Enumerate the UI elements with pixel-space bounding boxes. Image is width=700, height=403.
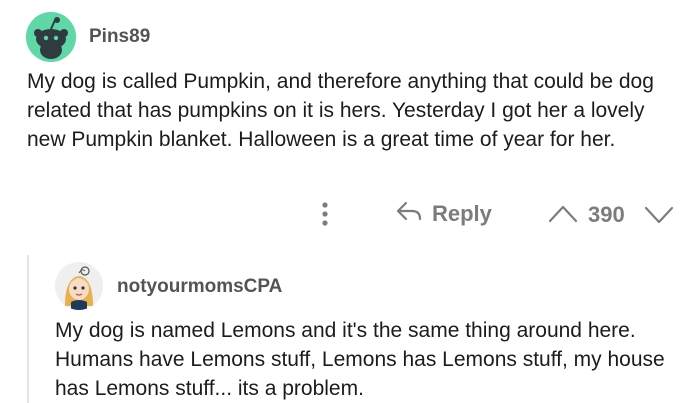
comment: Pins89 My dog is called Pumpkin, and the… bbox=[0, 0, 700, 403]
reply-username[interactable]: notyourmomsCPA bbox=[117, 276, 282, 298]
reply-button[interactable]: Reply bbox=[396, 199, 492, 229]
cartoon-person-avatar-icon[interactable] bbox=[55, 262, 103, 310]
comment-username[interactable]: Pins89 bbox=[89, 26, 150, 48]
vertical-dots-icon[interactable] bbox=[318, 200, 332, 228]
reddit-snoo-avatar-icon[interactable] bbox=[26, 12, 76, 62]
reply-label: Reply bbox=[432, 201, 492, 226]
thread-line[interactable] bbox=[27, 255, 29, 403]
comment-body: My dog is called Pumpkin, and therefore … bbox=[27, 70, 654, 151]
reply-body: My dog is named Lemons and it's the same… bbox=[55, 319, 665, 400]
reply-arrow-icon bbox=[396, 201, 422, 227]
downvote-chevron-down-icon[interactable] bbox=[644, 205, 674, 225]
vote-score: 390 bbox=[588, 202, 625, 227]
upvote-chevron-up-icon[interactable] bbox=[548, 203, 578, 223]
comment-actions: Reply 390 bbox=[0, 196, 700, 232]
